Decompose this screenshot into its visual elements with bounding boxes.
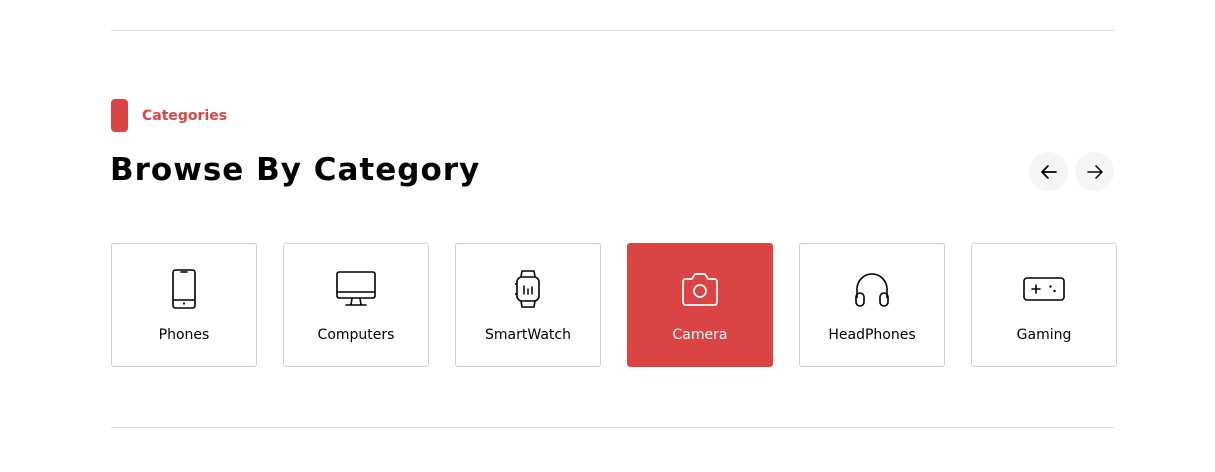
category-card-gaming[interactable]: Gaming	[971, 243, 1117, 367]
carousel-nav	[1029, 152, 1114, 191]
bottom-divider	[111, 427, 1115, 428]
section-tag-label: Categories	[142, 107, 228, 124]
category-label: Computers	[317, 327, 395, 343]
category-label: Camera	[672, 327, 728, 343]
computer-icon	[335, 268, 377, 310]
top-divider	[111, 30, 1115, 31]
gamepad-icon	[1023, 268, 1065, 310]
camera-icon	[679, 268, 721, 310]
tag-accent-bar	[111, 99, 128, 132]
category-list: Phones Computers SmartWatch Camera HeadP…	[111, 243, 1117, 367]
category-label: HeadPhones	[828, 327, 916, 343]
category-label: Gaming	[1016, 327, 1072, 343]
category-label: SmartWatch	[485, 327, 571, 343]
category-card-phones[interactable]: Phones	[111, 243, 257, 367]
next-button[interactable]	[1075, 152, 1114, 191]
category-card-computers[interactable]: Computers	[283, 243, 429, 367]
category-label: Phones	[158, 327, 210, 343]
category-card-camera[interactable]: Camera	[627, 243, 773, 367]
section-title: Browse By Category	[110, 152, 481, 188]
smartwatch-icon	[507, 268, 549, 310]
section-tag: Categories	[111, 99, 227, 132]
phone-icon	[163, 268, 205, 310]
arrow-left-icon	[1040, 164, 1057, 179]
page: Categories Browse By Category Phones Com…	[0, 0, 1215, 472]
headphones-icon	[851, 268, 893, 310]
category-card-headphones[interactable]: HeadPhones	[799, 243, 945, 367]
prev-button[interactable]	[1029, 152, 1068, 191]
arrow-right-icon	[1086, 164, 1103, 179]
category-card-smartwatch[interactable]: SmartWatch	[455, 243, 601, 367]
